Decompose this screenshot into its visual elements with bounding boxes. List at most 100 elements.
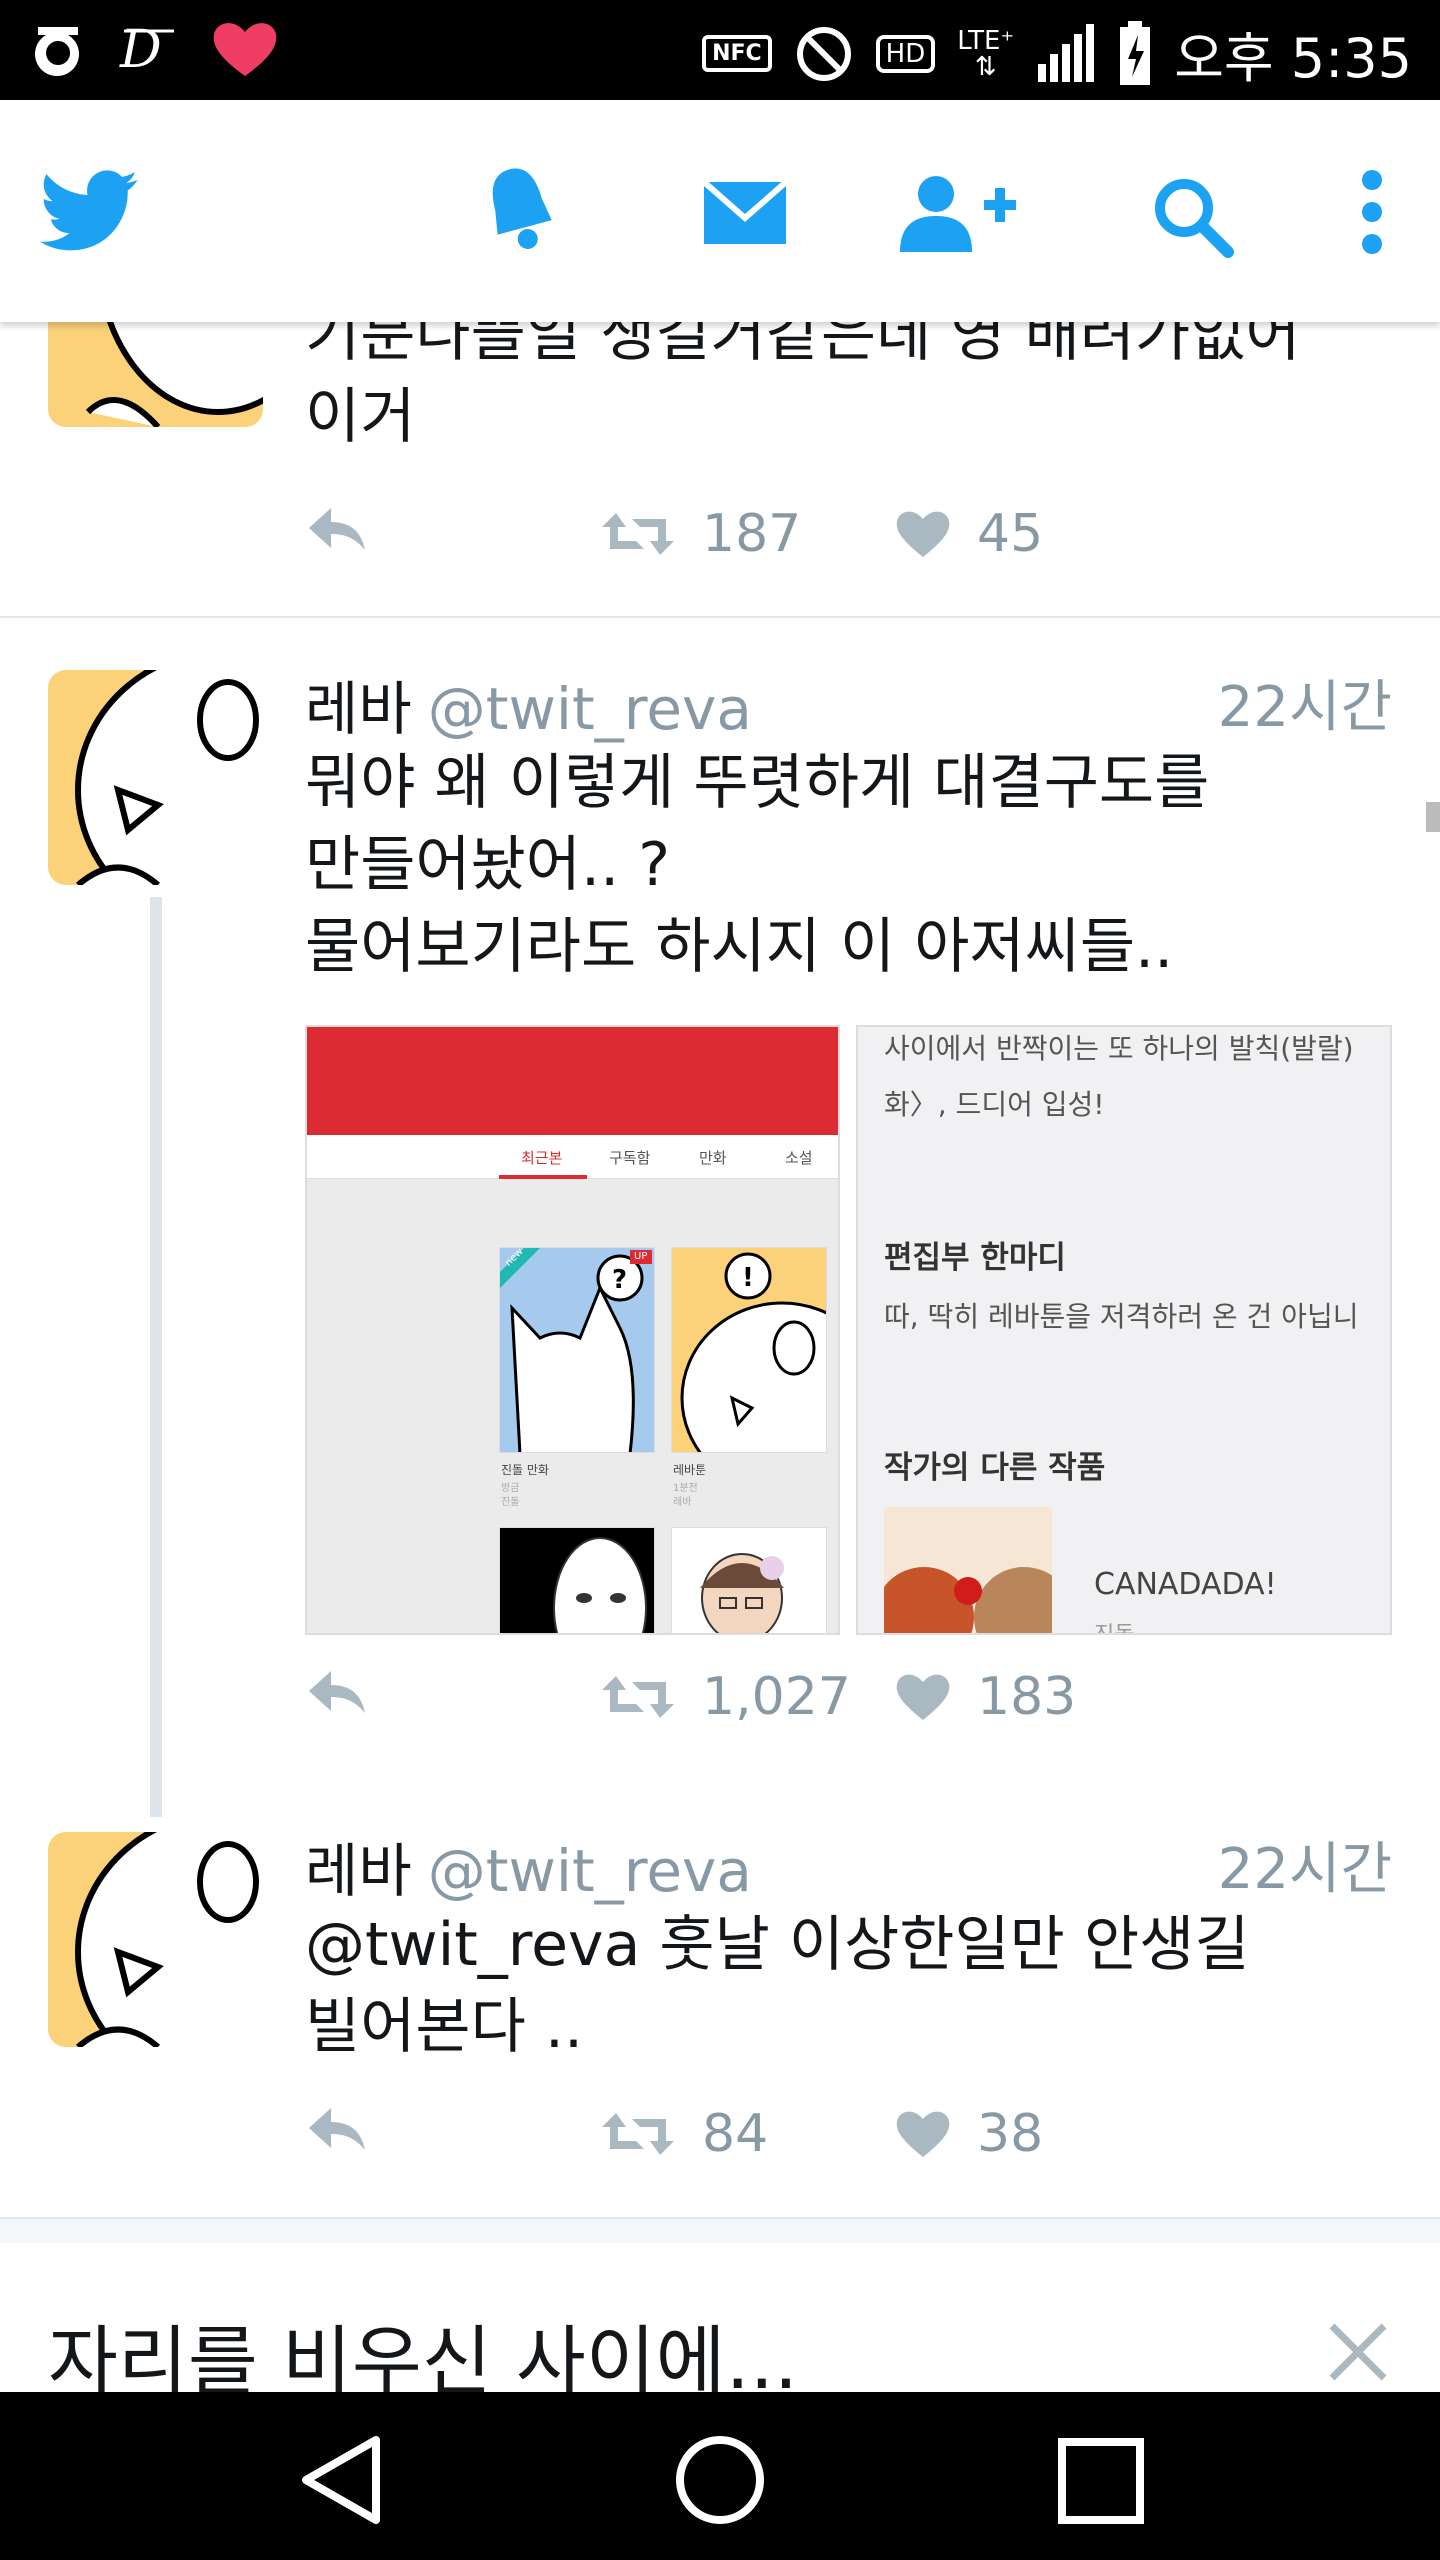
reply-button[interactable] bbox=[305, 2104, 369, 2154]
tweet-text-line: 이거 bbox=[305, 382, 416, 452]
tweet-text-line: 뭐야 왜 이렇게 뚜렷하게 대결구도를 bbox=[305, 748, 1210, 818]
heart-icon bbox=[213, 23, 277, 76]
tweet-timestamp: 22시간 bbox=[1217, 1837, 1392, 1902]
like-count: 45 bbox=[977, 504, 1044, 564]
thread-line bbox=[150, 897, 162, 1817]
reply-icon bbox=[309, 508, 365, 550]
tweet-timestamp: 22시간 bbox=[1217, 675, 1392, 740]
retweet-button[interactable]: 1,027 bbox=[600, 1667, 851, 1727]
retweet-count: 84 bbox=[702, 2104, 769, 2164]
app-header-red bbox=[307, 1027, 838, 1135]
signal-icon bbox=[1038, 23, 1095, 82]
user-handle: @twit_reva bbox=[427, 1837, 752, 1905]
retweet-count: 1,027 bbox=[702, 1667, 851, 1727]
editor-comment: 따, 딱히 레바툰을 저격하러 온 건 아닙니 bbox=[884, 1300, 1359, 1333]
tweet-text: @twit_reva 훗날 이상한일만 안생길 빌어본다 .. bbox=[305, 1904, 1250, 2068]
tab-recent: 최근본 bbox=[521, 1149, 563, 1167]
navigation-bar bbox=[0, 2392, 1440, 2560]
hd-icon: HD bbox=[875, 34, 936, 73]
other-works-heading: 작가의 다른 작품 bbox=[884, 1450, 1106, 1486]
avatar[interactable] bbox=[48, 1832, 263, 2047]
svg-text:?: ? bbox=[612, 1265, 627, 1295]
comic-title: 진돌 만화 bbox=[501, 1463, 549, 1477]
heart-icon bbox=[896, 511, 950, 557]
back-triangle-icon[interactable] bbox=[296, 2432, 386, 2528]
comic-thumbnail bbox=[671, 1527, 827, 1633]
retweet-button[interactable]: 84 bbox=[600, 2104, 768, 2164]
like-button[interactable]: 183 bbox=[895, 1667, 1076, 1727]
section-separator bbox=[0, 2217, 1440, 2243]
desc-line: 화〉, 드디어 입성! bbox=[884, 1088, 1105, 1121]
work-author: 진돌 bbox=[1094, 1617, 1134, 1633]
svg-text:!: ! bbox=[742, 1263, 754, 1293]
media-image-1[interactable]: 최근본 구독함 만화 소설 ? new UP 진돌 만화 방금 진돌 ! 레바툰… bbox=[305, 1025, 840, 1635]
scrollbar-thumb[interactable] bbox=[1426, 802, 1440, 832]
nfc-icon: NFC bbox=[702, 35, 772, 72]
status-bar: D NFC HD LTE⁺ ⇅ 오후 5:35 bbox=[0, 0, 1440, 100]
tweet-text: 뭐야 왜 이렇게 뚜렷하게 대결구도를 만들어놨어.. ? 물어보기라도 하시지… bbox=[305, 742, 1209, 988]
timeline[interactable]: 기분나쁠일 생길거같은데 영 배려가없어 이거 187 45 레바 @twit_r… bbox=[0, 322, 1440, 2392]
heart-icon bbox=[896, 1674, 950, 1720]
comic-thumbnail bbox=[499, 1527, 655, 1633]
close-icon[interactable] bbox=[1326, 2320, 1390, 2384]
retweet-button[interactable]: 187 bbox=[600, 504, 801, 564]
retweet-icon bbox=[602, 513, 674, 555]
work-thumbnail bbox=[884, 1507, 1052, 1633]
tab-novels: 소설 bbox=[785, 1149, 813, 1167]
add-user-icon[interactable] bbox=[900, 172, 1020, 254]
tweet-text-line: @twit_reva 훗날 이상한일만 안생길 bbox=[305, 1910, 1250, 1980]
lte-label: LTE⁺ bbox=[957, 25, 1015, 56]
tweet-author[interactable]: 레바 @twit_reva bbox=[305, 662, 752, 746]
media-image-2[interactable]: 사이에서 반짝이는 또 하나의 발칙(발랄) 화〉, 드디어 입성! 편집부 한… bbox=[856, 1025, 1392, 1635]
retweet-icon bbox=[602, 1676, 674, 1718]
reply-icon bbox=[309, 2108, 365, 2150]
messages-envelope-icon[interactable] bbox=[700, 178, 790, 248]
o-app-icon bbox=[35, 27, 79, 77]
divider bbox=[0, 616, 1440, 618]
comic-author: 진돌 bbox=[501, 1497, 520, 1508]
tweet-author[interactable]: 레바 @twit_reva bbox=[305, 1824, 752, 1908]
do-not-disturb-icon bbox=[796, 26, 851, 81]
tweet-text-line: 물어보기라도 하시지 이 아저씨들.. bbox=[305, 912, 1174, 982]
user-handle: @twit_reva bbox=[427, 675, 752, 743]
avatar[interactable] bbox=[48, 670, 263, 885]
comic-thumbnail: ! bbox=[671, 1247, 827, 1453]
app-tabs: 최근본 구독함 만화 소설 bbox=[307, 1135, 838, 1179]
reply-button[interactable] bbox=[305, 1667, 369, 1717]
comic-author: 레바 bbox=[673, 1497, 692, 1508]
tweet-media: 최근본 구독함 만화 소설 ? new UP 진돌 만화 방금 진돌 ! 레바툰… bbox=[305, 1025, 1392, 1635]
recents-square-icon[interactable] bbox=[1056, 2432, 1146, 2528]
retweet-icon bbox=[602, 2113, 674, 2155]
desc-line: 사이에서 반짝이는 또 하나의 발칙(발랄) bbox=[884, 1032, 1354, 1065]
tab-indicator bbox=[499, 1175, 587, 1179]
tweet-text: 기분나쁠일 생길거같은데 영 배려가없어 이거 bbox=[305, 322, 1301, 458]
home-circle-icon[interactable] bbox=[672, 2432, 768, 2528]
d-app-icon: D bbox=[119, 20, 174, 79]
comic-updated: 1분전 bbox=[673, 1483, 698, 1494]
avatar[interactable] bbox=[48, 322, 263, 427]
retweet-count: 187 bbox=[702, 504, 802, 564]
display-name: 레바 bbox=[305, 675, 412, 743]
reply-button[interactable] bbox=[305, 504, 369, 554]
lte-icon: LTE⁺ ⇅ bbox=[957, 25, 1015, 82]
battery-charging-icon bbox=[1120, 20, 1151, 85]
clock: 오후 5:35 bbox=[1174, 27, 1412, 90]
tab-comics: 만화 bbox=[699, 1149, 727, 1167]
more-vert-icon[interactable] bbox=[1356, 168, 1388, 258]
twitter-bird-icon[interactable] bbox=[40, 170, 140, 252]
comic-title: 레바툰 bbox=[673, 1463, 707, 1477]
work-title: CANADADA! bbox=[1094, 1567, 1277, 1602]
like-count: 38 bbox=[977, 2104, 1044, 2164]
display-name: 레바 bbox=[305, 1837, 412, 1905]
search-icon[interactable] bbox=[1150, 174, 1234, 258]
tweet-text-line: 빌어본다 .. bbox=[305, 1992, 584, 2062]
tweet-text-line: 기분나쁠일 생길거같은데 영 배려가없어 bbox=[305, 322, 1301, 370]
like-button[interactable]: 38 bbox=[895, 2104, 1043, 2164]
like-button[interactable]: 45 bbox=[895, 504, 1043, 564]
notifications-bell-icon[interactable] bbox=[480, 160, 560, 260]
tab-subscribed: 구독함 bbox=[609, 1149, 651, 1167]
up-badge: UP bbox=[634, 1251, 648, 1262]
tweet-text-line: 만들어놨어.. ? bbox=[305, 830, 671, 900]
like-count: 183 bbox=[977, 1667, 1077, 1727]
reply-icon bbox=[309, 1671, 365, 1713]
